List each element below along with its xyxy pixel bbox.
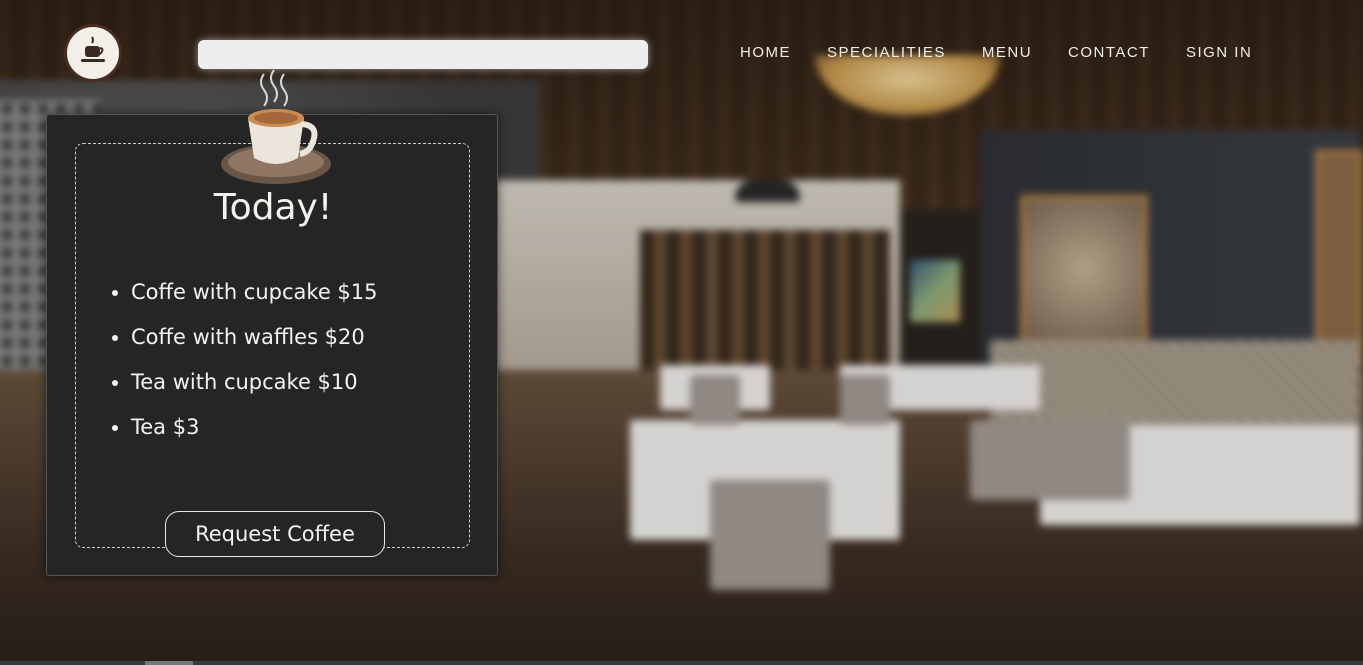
- card-title: Today!: [213, 187, 333, 228]
- logo[interactable]: [64, 24, 122, 82]
- horizontal-scrollbar[interactable]: [0, 661, 1363, 665]
- nav-home[interactable]: HOME: [740, 44, 791, 62]
- scrollbar-thumb[interactable]: [145, 661, 193, 665]
- nav-contact[interactable]: CONTACT: [1068, 44, 1150, 62]
- list-item: Coffe with waffles $20: [131, 320, 378, 365]
- nav-sign-in[interactable]: SIGN IN: [1186, 44, 1252, 62]
- steaming-coffee-cup-icon: [214, 66, 334, 190]
- nav-menu[interactable]: MENU: [982, 44, 1032, 62]
- nav-specialities[interactable]: SPECIALITIES: [827, 44, 946, 62]
- list-item: Coffe with cupcake $15: [131, 275, 378, 320]
- request-coffee-button[interactable]: Request Coffee: [165, 511, 385, 557]
- list-item: Tea with cupcake $10: [131, 365, 378, 410]
- list-item: Tea $3: [131, 410, 378, 455]
- search-input[interactable]: [198, 40, 648, 69]
- specials-list: Coffe with cupcake $15 Coffe with waffle…: [109, 275, 378, 455]
- main-nav: HOME SPECIALITIES MENU CONTACT SIGN IN: [740, 44, 1288, 62]
- coffee-cup-icon: [73, 31, 113, 75]
